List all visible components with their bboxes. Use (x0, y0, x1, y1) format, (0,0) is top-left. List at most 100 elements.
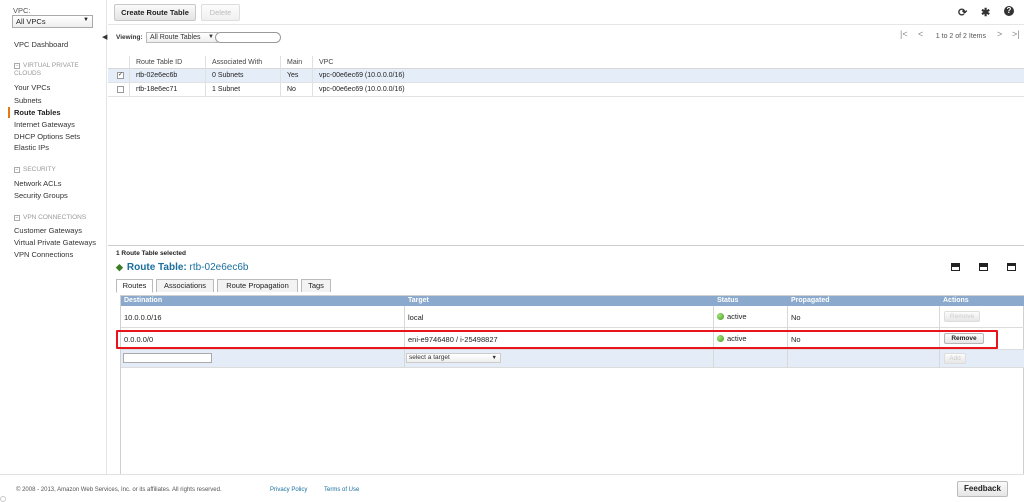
column-header-propagated: Propagated (791, 297, 830, 304)
search-input[interactable] (215, 32, 281, 43)
dropdown-caret-icon: ▼ (491, 355, 497, 361)
row-checkbox[interactable]: ✓ (117, 72, 124, 79)
active-indicator (8, 107, 10, 118)
route-row: 10.0.0.0/16 local active No Remove (121, 306, 1024, 328)
route-table-id: rtb-02e6ec6b (136, 72, 178, 79)
section-header-vpn[interactable]: − VPN CONNECTIONS (14, 214, 86, 222)
vpc-id: vpc-00e6ec69 (10.0.0.0/16) (319, 86, 405, 93)
table-row[interactable]: ✓ rtb-02e6ec6b 0 Subnets Yes vpc-00e6ec6… (108, 69, 1024, 83)
column-header-status: Status (717, 297, 739, 304)
column-divider (939, 306, 940, 368)
details-title: ◆ Route Table: rtb-02e6ec6b (116, 262, 248, 273)
delete-button[interactable]: Delete (201, 4, 240, 21)
refresh-icon[interactable]: ⟳ (958, 6, 967, 19)
target-select-value: select a target (409, 354, 450, 361)
route-status-text: active (727, 312, 747, 321)
column-divider (787, 306, 788, 368)
section-title-security: SECURITY (23, 166, 56, 173)
associated-with: 1 Subnet (212, 86, 241, 93)
first-page-icon[interactable]: |< (900, 29, 908, 39)
terms-of-use-link[interactable]: Terms of Use (324, 487, 359, 493)
sidebar-item-vpc-dashboard[interactable]: VPC Dashboard (14, 40, 68, 49)
dock-middle-icon[interactable] (979, 263, 988, 271)
column-header-main[interactable]: Main (287, 59, 302, 66)
route-target: local (408, 313, 424, 322)
column-divider (404, 306, 405, 368)
row-checkbox[interactable] (117, 86, 124, 93)
dropdown-caret-icon: ▼ (208, 34, 214, 40)
sidebar-item-virtual-private-gateways[interactable]: Virtual Private Gateways (14, 238, 96, 247)
remove-route-button[interactable]: Remove (944, 333, 984, 344)
section-title-vpc-line1: VIRTUAL PRIVATE (23, 62, 79, 69)
tab-route-propagation[interactable]: Route Propagation (217, 279, 298, 292)
collapse-toggle-icon: − (14, 215, 20, 221)
sidebar-item-your-vpcs[interactable]: Your VPCs (14, 83, 50, 92)
details-title-label: Route Table: (126, 262, 187, 273)
dropdown-caret-icon: ▼ (83, 17, 89, 23)
gear-icon[interactable]: ✱ (981, 6, 990, 19)
route-target[interactable]: eni-e9746480 / i-25498827 (408, 335, 498, 344)
next-page-icon[interactable]: > (997, 29, 1002, 39)
column-divider (713, 306, 714, 368)
dock-bottom-icon[interactable] (951, 263, 960, 271)
route-status: active (717, 334, 747, 343)
help-icon[interactable]: ? (1004, 6, 1014, 16)
route-destination: 10.0.0.0/16 (124, 313, 162, 322)
sidebar-item-dhcp-options-sets[interactable]: DHCP Options Sets (14, 132, 80, 141)
column-header-associated-with[interactable]: Associated With (212, 59, 262, 66)
section-header-security[interactable]: − SECURITY (14, 166, 56, 174)
collapse-sidebar-icon[interactable]: ◀ (102, 33, 107, 41)
last-page-icon[interactable]: >| (1012, 29, 1020, 39)
sidebar-item-vpn-connections[interactable]: VPN Connections (14, 250, 73, 259)
column-divider (205, 56, 206, 96)
section-header-vpc[interactable]: − VIRTUAL PRIVATE CLOUDS (14, 62, 79, 78)
remove-route-button[interactable]: Remove (944, 311, 980, 322)
column-divider (280, 56, 281, 96)
toolbar: Create Route Table Delete ⟳ ✱ ? (108, 0, 1024, 25)
column-divider (312, 56, 313, 96)
maximize-panel-icon[interactable] (1007, 263, 1016, 271)
vpc-filter-value: All VPCs (16, 17, 46, 26)
column-header-vpc[interactable]: VPC (319, 59, 333, 66)
sidebar-item-customer-gateways[interactable]: Customer Gateways (14, 226, 82, 235)
privacy-policy-link[interactable]: Privacy Policy (270, 487, 307, 493)
create-route-table-button[interactable]: Create Route Table (114, 4, 196, 21)
previous-page-icon[interactable]: < (918, 29, 923, 39)
target-select[interactable]: select a target ▼ (406, 353, 501, 363)
vpc-id: vpc-00e6ec69 (10.0.0.0/16) (319, 72, 405, 79)
sidebar-item-network-acls[interactable]: Network ACLs (14, 179, 62, 188)
viewing-filter-select[interactable]: All Route Tables ▼ (146, 32, 218, 43)
status-active-icon (717, 313, 724, 320)
feedback-button[interactable]: Feedback (957, 481, 1008, 497)
viewing-label: Viewing: (116, 34, 143, 41)
route-table-id: rtb-18e6ec71 (136, 86, 178, 93)
sidebar: VPC: All VPCs ▼ VPC Dashboard − VIRTUAL P… (0, 0, 107, 474)
main-flag: Yes (287, 72, 299, 79)
sidebar-item-security-groups[interactable]: Security Groups (14, 191, 68, 200)
table-row[interactable]: rtb-18e6ec71 1 Subnet No vpc-00e6ec69 (1… (108, 83, 1024, 97)
section-title-vpn: VPN CONNECTIONS (23, 214, 87, 221)
add-route-button[interactable]: Add (944, 353, 966, 364)
associated-with: 0 Subnets (212, 72, 244, 79)
vpc-console: VPC: All VPCs ▼ VPC Dashboard − VIRTUAL P… (0, 0, 1024, 502)
tab-associations[interactable]: Associations (156, 279, 214, 292)
sidebar-item-subnets[interactable]: Subnets (14, 96, 42, 105)
route-propagated: No (791, 313, 801, 322)
copyright-text: © 2008 - 2013, Amazon Web Services, Inc.… (16, 487, 222, 493)
sidebar-item-route-tables[interactable]: Route Tables (14, 108, 61, 117)
tab-routes[interactable]: Routes (116, 279, 153, 293)
new-route-row: select a target ▼ Add (121, 350, 1024, 368)
corner-indicator (0, 496, 6, 502)
grid-header: Route Table ID Associated With Main VPC (108, 56, 1024, 69)
sidebar-item-elastic-ips[interactable]: Elastic IPs (14, 143, 49, 152)
column-header-route-table-id[interactable]: Route Table ID (136, 59, 182, 66)
status-active-icon (717, 335, 724, 342)
viewing-filter-value: All Route Tables (150, 34, 201, 41)
pagination-text: 1 to 2 of 2 Items (935, 33, 986, 40)
destination-input[interactable] (123, 353, 212, 363)
route-status: active (717, 312, 747, 321)
tab-tags[interactable]: Tags (301, 279, 331, 292)
vpc-filter-select[interactable]: All VPCs ▼ (12, 15, 93, 28)
sidebar-item-internet-gateways[interactable]: Internet Gateways (14, 120, 75, 129)
route-tables-grid: Route Table ID Associated With Main VPC … (108, 56, 1024, 97)
